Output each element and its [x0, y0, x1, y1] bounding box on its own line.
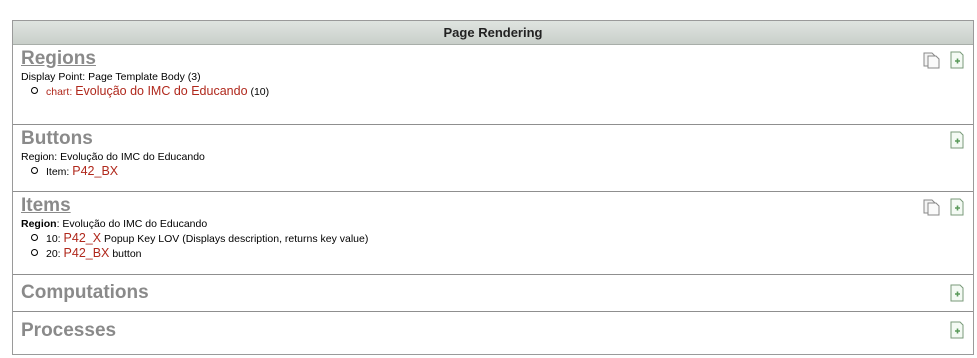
- region-link[interactable]: Evolução do IMC do Educando: [75, 84, 247, 98]
- region-type: chart:: [46, 86, 73, 98]
- region-list-item: chart: Evolução do IMC do Educando (10): [21, 84, 965, 99]
- bullet-icon: [31, 87, 38, 94]
- create-icon[interactable]: [947, 197, 967, 217]
- processes-title: Processes: [21, 320, 117, 341]
- item-desc: Popup Key LOV (Displays description, ret…: [103, 233, 369, 245]
- item-seq: 10:: [46, 233, 61, 245]
- items-icons: [921, 197, 967, 217]
- item-desc: button: [112, 248, 142, 260]
- region-seq: (10): [250, 86, 270, 98]
- item-link[interactable]: P42_X: [64, 231, 102, 245]
- bullet-icon: [31, 167, 38, 174]
- computations-title: Computations: [21, 282, 149, 303]
- buttons-title: Buttons: [21, 128, 93, 149]
- processes-icons: [947, 320, 967, 340]
- item-list-item: 20: P42_BX button: [21, 246, 965, 261]
- button-item-prefix: Item:: [46, 166, 70, 178]
- copy-icon[interactable]: [921, 50, 941, 70]
- items-region-value: : Evolução do IMC do Educando: [56, 218, 208, 230]
- regions-icons: [921, 50, 967, 70]
- create-icon[interactable]: [947, 50, 967, 70]
- computations-section: Computations: [13, 275, 973, 312]
- buttons-region-label: Region: Evolução do IMC do Educando: [21, 151, 205, 163]
- item-seq: 20:: [46, 248, 61, 260]
- items-region-label: Region: [21, 218, 57, 230]
- create-icon[interactable]: [947, 283, 967, 303]
- button-item-link[interactable]: P42_BX: [72, 164, 118, 178]
- create-icon[interactable]: [947, 130, 967, 150]
- item-list-item: 10: P42_X Popup Key LOV (Displays descri…: [21, 231, 965, 246]
- buttons-icons: [947, 130, 967, 150]
- items-section: Items Region: Evolução do IMC do Educand…: [13, 192, 973, 275]
- panel-title: Page Rendering: [13, 21, 973, 45]
- create-icon[interactable]: [947, 320, 967, 340]
- bullet-icon: [31, 249, 38, 256]
- page-rendering-panel: Page Rendering Regions Display Point: Pa…: [12, 20, 974, 355]
- buttons-section: Buttons Region: Evolução do IMC do Educa…: [13, 125, 973, 192]
- items-region-line: Region: Evolução do IMC do Educando: [21, 217, 965, 231]
- button-list-item: Item: P42_BX: [21, 164, 965, 179]
- item-link[interactable]: P42_BX: [64, 246, 110, 260]
- display-point-label: Display Point: Page Template Body (3): [21, 71, 201, 83]
- items-title-link[interactable]: Items: [21, 195, 71, 217]
- regions-section: Regions Display Point: Page Template Bod…: [13, 45, 973, 125]
- computations-icons: [947, 283, 967, 303]
- regions-title-link[interactable]: Regions: [21, 48, 96, 70]
- bullet-icon: [31, 234, 38, 241]
- processes-section: Processes: [13, 312, 973, 349]
- copy-icon[interactable]: [921, 197, 941, 217]
